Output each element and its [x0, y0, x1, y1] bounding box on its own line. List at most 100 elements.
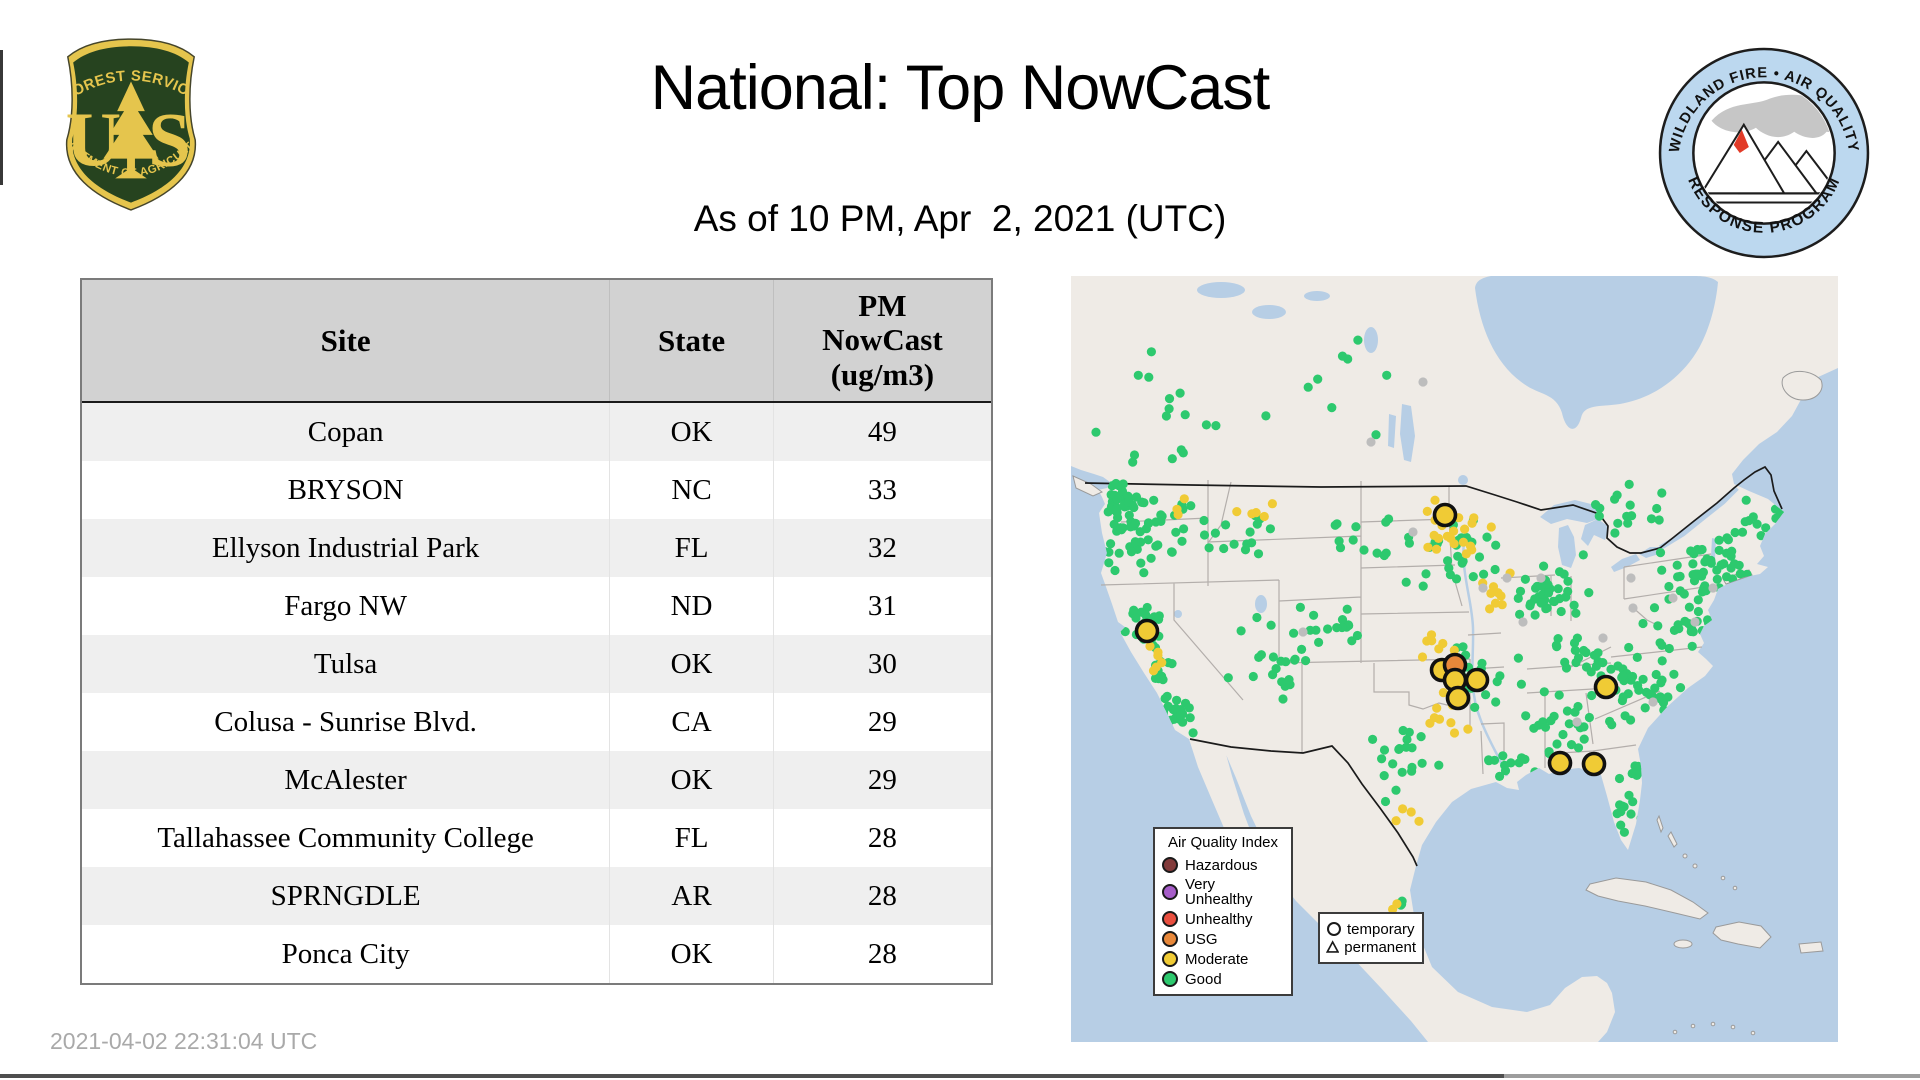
monitor-dot — [1295, 602, 1305, 612]
monitor-dot — [1124, 510, 1134, 520]
monitor-dot — [1563, 586, 1573, 596]
monitor-dot — [1627, 511, 1637, 521]
monitor-dot — [1172, 695, 1182, 705]
monitor-dot — [1626, 715, 1636, 725]
monitor-dot — [1559, 569, 1569, 579]
monitor-dot — [1657, 565, 1667, 575]
monitor-dot — [1664, 643, 1674, 654]
monitor-dot — [1672, 560, 1682, 570]
monitor-dot — [1638, 618, 1648, 629]
monitor-dot — [1655, 548, 1666, 558]
monitor-dot — [1474, 552, 1485, 562]
monitor-dot — [1146, 347, 1156, 357]
aqi-legend-label: Unhealthy — [1185, 910, 1253, 928]
monitor-dot — [1491, 697, 1501, 707]
monitor-dot — [1566, 740, 1577, 750]
monitor-dot — [1421, 569, 1431, 579]
monitor-dot — [1309, 610, 1319, 620]
monitor-dot — [1626, 809, 1636, 819]
monitor-dot — [1624, 479, 1634, 489]
bottom-divider-right — [1504, 1074, 1920, 1078]
monitor-dot — [1247, 509, 1257, 519]
aqi-legend-title: Air Quality Index — [1167, 834, 1279, 851]
monitor-dot — [1520, 754, 1530, 764]
monitor-dot — [1752, 519, 1762, 529]
monitor-dot — [1301, 656, 1311, 666]
monitor-dot — [1581, 662, 1592, 672]
table-cell-site: Copan — [307, 415, 384, 448]
monitor-dot — [1381, 517, 1391, 527]
monitor-dot — [1278, 694, 1288, 704]
monitor-dot — [1675, 571, 1685, 581]
monitor-dot — [1334, 536, 1344, 546]
hazardous-swatch-icon — [1162, 857, 1178, 873]
monitor-dot — [1693, 606, 1703, 617]
monitor-dot — [1332, 623, 1342, 633]
monitor-dot — [1702, 554, 1712, 564]
monitor-dot — [1112, 494, 1122, 505]
monitor-dot — [1353, 335, 1363, 345]
monitor-dot — [1539, 561, 1549, 571]
monitor-dot — [1558, 729, 1568, 740]
monitor-dot — [1482, 532, 1492, 542]
monitor-dot — [1544, 588, 1554, 598]
generation-timestamp: 2021-04-02 22:31:04 UTC — [50, 1028, 318, 1054]
monitor-dot — [1265, 524, 1275, 534]
monitor-dot — [1162, 691, 1172, 701]
monitor-dot — [1167, 659, 1177, 669]
monitor-dot — [1521, 711, 1531, 721]
monitor-dot — [1653, 621, 1663, 631]
monitor-dot — [1297, 644, 1307, 654]
monitor-dot — [1584, 712, 1594, 723]
table-row: Ponca City OK 28 — [82, 925, 991, 983]
monitor-dot — [1143, 535, 1153, 545]
monitor-dot — [1605, 716, 1615, 726]
monitor-dot — [1714, 535, 1724, 545]
monitor-dot — [1460, 524, 1470, 534]
monitor-dot — [1314, 637, 1324, 647]
table-cell-state: FL — [609, 809, 773, 867]
usg-swatch-icon — [1162, 931, 1178, 947]
monitor-dot — [1458, 642, 1468, 652]
monitor-dot — [1539, 687, 1549, 697]
monitor-dot — [1727, 546, 1737, 556]
table-cell-state: OK — [609, 925, 773, 983]
monitor-dot — [1179, 524, 1189, 534]
monitor-dot — [1488, 582, 1499, 592]
pm-header-line1: PM — [858, 288, 907, 324]
page-title: National: Top NowCast — [650, 53, 1271, 123]
monitor-dot — [1478, 583, 1488, 593]
monitor-dot — [1572, 717, 1582, 727]
table-cell-state: OK — [609, 751, 773, 809]
monitor-dot — [1646, 514, 1657, 524]
monitor-dot — [1687, 641, 1697, 651]
nowcast-table: Site State PM NowCast (ug/m3) Copan OK 49 B… — [80, 278, 993, 985]
monitor-dot — [1397, 767, 1407, 777]
monitor-dot — [1684, 602, 1694, 612]
monitor-dot — [1175, 388, 1185, 398]
monitor-dot — [1614, 773, 1625, 784]
monitor-dot — [1688, 559, 1698, 569]
table-row: Ellyson Industrial Park FL 32 — [82, 519, 991, 577]
highlighted-site-marker — [1464, 667, 1490, 693]
pm-header-line2: NowCast — [822, 322, 943, 358]
monitor-dot — [1348, 535, 1358, 545]
monitor-dot — [1610, 528, 1620, 538]
monitor-dot — [1252, 612, 1262, 623]
monitor-dot — [1398, 804, 1408, 814]
monitor-dot — [1388, 759, 1398, 769]
aqi-legend-items: Hazardous Very Unhealthy Unhealthy USG Moder… — [1162, 857, 1284, 987]
monitor-dot — [1569, 600, 1579, 610]
table-cell-site: SPRNGDLE — [270, 879, 421, 912]
monitor-dot — [1133, 370, 1143, 380]
monitor-dot — [1491, 540, 1501, 550]
table-cell-site: Tallahassee Community College — [157, 821, 534, 854]
monitor-dot — [1149, 495, 1159, 505]
table-cell-value: 31 — [772, 577, 991, 635]
monitor-dot — [1616, 807, 1626, 817]
monitor-dot — [1598, 658, 1608, 668]
monitor-dot — [1210, 528, 1220, 538]
monitor-dot — [1229, 539, 1239, 549]
table-body: Copan OK 49 BRYSON NC 33 Ellyson Industrial Pa… — [82, 403, 991, 983]
monitor-dot — [1571, 608, 1581, 618]
